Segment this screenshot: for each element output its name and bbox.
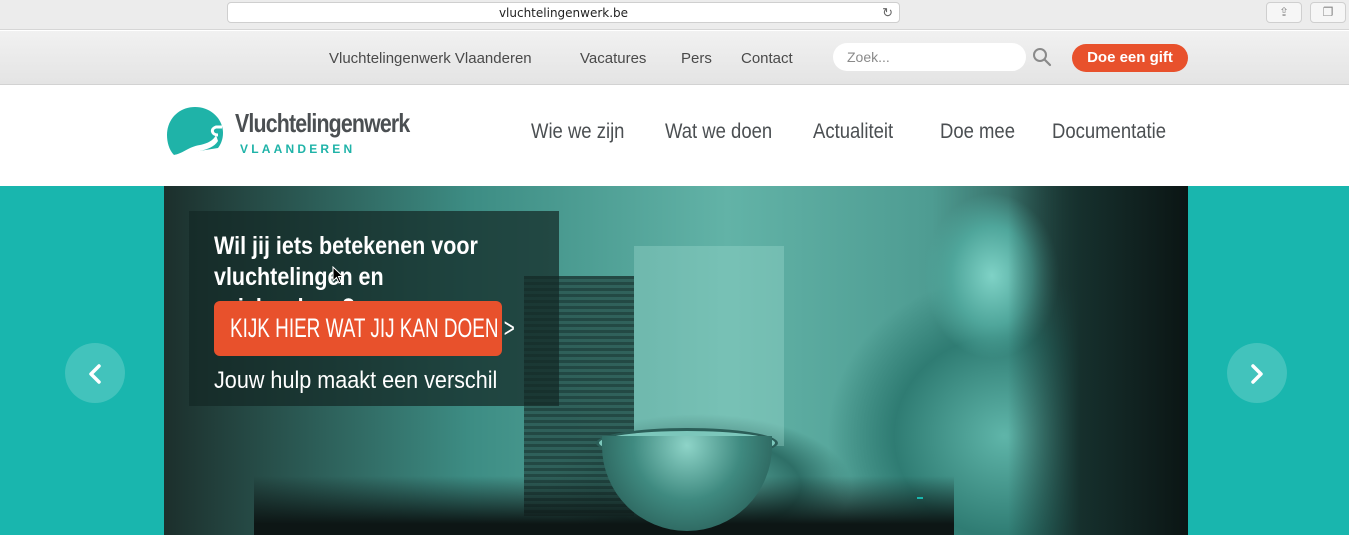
url-text: vluchtelingenwerk.be [498, 6, 629, 20]
nav-documentatie[interactable]: Documentatie [1052, 120, 1166, 144]
browser-toolbar: vluchtelingenwerk.be ↻ ⇪ ❐ [0, 0, 1349, 30]
util-link-vacatures[interactable]: Vacatures [580, 50, 646, 67]
reload-icon[interactable]: ↻ [882, 5, 893, 21]
hero-subtitle: Jouw hulp maakt een verschil [214, 367, 498, 394]
chevron-left-icon [89, 364, 101, 384]
share-icon[interactable]: ⇪ [1266, 2, 1302, 23]
hero-cta-label: KIJK HIER WAT JIJ KAN DOEN > [230, 313, 515, 343]
cursor-icon [332, 266, 344, 284]
nav-actualiteit[interactable]: Actualiteit [813, 120, 893, 144]
slider-prev-button[interactable] [65, 343, 125, 403]
logo-title[interactable]: Vluchtelingenwerk [235, 108, 410, 139]
hero-cta-button[interactable]: KIJK HIER WAT JIJ KAN DOEN > [214, 301, 515, 356]
slider-next-button[interactable] [1227, 343, 1287, 403]
slider-indicator[interactable] [917, 497, 923, 499]
utility-bar: Vluchtelingenwerk Vlaanderen Vacatures P… [0, 31, 1349, 85]
nav-wie-we-zijn[interactable]: Wie we zijn [531, 120, 624, 144]
util-link-vluchtelingenwerk[interactable]: Vluchtelingenwerk Vlaanderen [329, 50, 532, 67]
search-icon[interactable] [1032, 47, 1052, 67]
photo-window [634, 246, 784, 446]
search-input[interactable] [833, 43, 1026, 71]
logo-subtitle: VLAANDEREN [240, 142, 356, 156]
logo-icon[interactable] [166, 105, 224, 159]
donate-button[interactable]: Doe een gift [1072, 44, 1188, 72]
address-bar[interactable]: vluchtelingenwerk.be ↻ [227, 2, 900, 23]
photo-background-person [1008, 186, 1188, 535]
tabs-icon[interactable]: ❐ [1310, 2, 1346, 23]
site-header: Vluchtelingenwerk VLAANDEREN Wie we zijn… [0, 86, 1349, 186]
nav-wat-we-doen[interactable]: Wat we doen [665, 120, 772, 144]
nav-doe-mee[interactable]: Doe mee [940, 120, 1015, 144]
util-link-pers[interactable]: Pers [681, 50, 712, 67]
chevron-right-icon [1251, 364, 1263, 384]
util-link-contact[interactable]: Contact [741, 50, 793, 67]
hero-slider: Wil jij iets betekenen voor vluchtelinge… [0, 186, 1349, 535]
photo-tray [254, 476, 954, 535]
